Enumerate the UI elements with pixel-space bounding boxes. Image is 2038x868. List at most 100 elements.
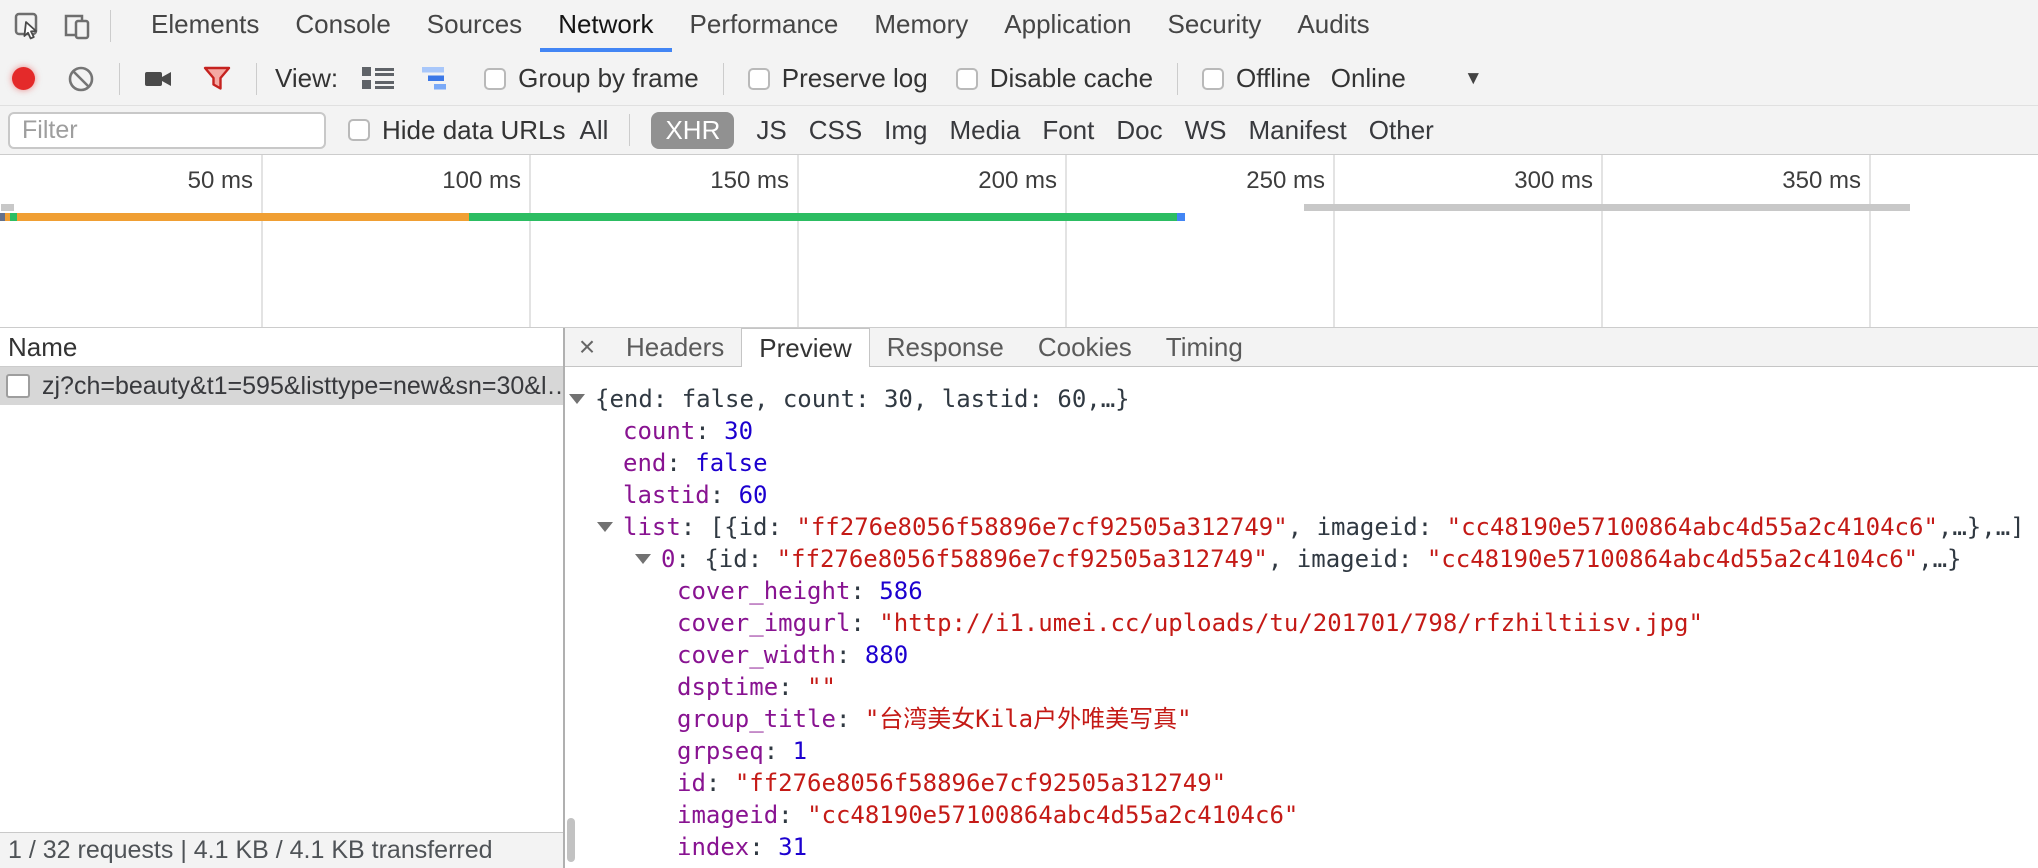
json-str: "http://i1.umei.cc/uploads/tu/201701/798… xyxy=(879,609,1703,637)
expander-triangle-icon[interactable] xyxy=(569,394,585,404)
tab-elements[interactable]: Elements xyxy=(133,0,277,52)
json-plain: : xyxy=(749,833,778,861)
filter-type-css[interactable]: CSS xyxy=(809,115,862,146)
json-str: "cc48190e57100864abc4d55a2c4104c6" xyxy=(807,801,1298,829)
screenshot-camera-icon[interactable] xyxy=(144,66,174,92)
timeline-tick-label: 350 ms xyxy=(1701,167,1861,197)
network-status-bar: 1 / 32 requests | 4.1 KB / 4.1 KB transf… xyxy=(0,832,563,868)
tab-memory[interactable]: Memory xyxy=(856,0,986,52)
chevron-down-icon[interactable]: ▼ xyxy=(1464,68,1483,90)
json-key: index xyxy=(677,833,749,861)
preview-row: imageid: "cc48190e57100864abc4d55a2c4104… xyxy=(565,799,2038,831)
preview-row: {end: false, count: 30, lastid: 60,…} xyxy=(565,383,2038,415)
request-row[interactable]: zj?ch=beauty&t1=595&listtype=new&sn=30&l… xyxy=(0,367,563,405)
expander-triangle-icon[interactable] xyxy=(635,554,651,564)
preview-row: grpseq: 1 xyxy=(565,735,2038,767)
preview-tree: {end: false, count: 30, lastid: 60,…}cou… xyxy=(565,367,2038,868)
large-rows-view-icon[interactable] xyxy=(362,67,394,91)
checkbox[interactable] xyxy=(484,68,506,90)
timeline-overview[interactable]: 50 ms100 ms150 ms200 ms250 ms300 ms350 m… xyxy=(0,155,2038,328)
divider xyxy=(119,63,120,95)
detail-tab-timing[interactable]: Timing xyxy=(1149,328,1260,366)
network-toolbar: View: Group by frame xyxy=(0,52,2038,106)
timeline-gridline xyxy=(261,155,263,327)
json-plain: : {id: xyxy=(675,545,776,573)
expander-triangle-icon[interactable] xyxy=(597,522,613,532)
json-str: "ff276e8056f58896e7cf92505a312749" xyxy=(777,545,1268,573)
checkbox[interactable] xyxy=(956,68,978,90)
json-str: "cc48190e57100864abc4d55a2c4104c6" xyxy=(1447,513,1938,541)
preview-row: 0: {id: "ff276e8056f58896e7cf92505a31274… xyxy=(565,543,2038,575)
filter-type-img[interactable]: Img xyxy=(884,115,927,146)
disable-cache-checkbox[interactable]: Disable cache xyxy=(956,63,1153,94)
timeline-tick-label: 100 ms xyxy=(361,167,521,197)
json-num: 60 xyxy=(739,481,768,509)
filter-input[interactable] xyxy=(8,112,326,149)
tab-application[interactable]: Application xyxy=(986,0,1149,52)
tab-network[interactable]: Network xyxy=(540,0,671,52)
filter-type-font[interactable]: Font xyxy=(1042,115,1094,146)
filter-type-all[interactable]: All xyxy=(580,115,609,146)
json-plain: , imageid: xyxy=(1288,513,1447,541)
detail-tab-headers[interactable]: Headers xyxy=(609,328,741,366)
waterfall-bar xyxy=(17,213,469,221)
json-plain: : xyxy=(666,449,695,477)
close-icon[interactable]: × xyxy=(565,328,609,366)
detail-tab-preview[interactable]: Preview xyxy=(741,328,869,367)
filter-type-xhr[interactable]: XHR xyxy=(651,112,734,149)
filter-type-manifest[interactable]: Manifest xyxy=(1249,115,1347,146)
hide-data-urls-checkbox[interactable]: Hide data URLs xyxy=(348,115,566,146)
json-plain: : xyxy=(706,769,735,797)
filter-type-js[interactable]: JS xyxy=(756,115,786,146)
clear-icon[interactable] xyxy=(67,65,95,93)
preview-row: cover_width: 880 xyxy=(565,639,2038,671)
json-str: "" xyxy=(807,673,836,701)
filter-type-other[interactable]: Other xyxy=(1369,115,1434,146)
preserve-log-label: Preserve log xyxy=(782,63,928,94)
tab-performance[interactable]: Performance xyxy=(672,0,857,52)
tab-sources[interactable]: Sources xyxy=(409,0,540,52)
tab-security[interactable]: Security xyxy=(1150,0,1280,52)
checkbox[interactable] xyxy=(748,68,770,90)
filter-funnel-icon[interactable] xyxy=(202,65,232,92)
timeline-gridline xyxy=(529,155,531,327)
json-plain: : xyxy=(850,577,879,605)
waterfall-bar xyxy=(469,213,1177,221)
json-key: end xyxy=(623,449,666,477)
filter-type-media[interactable]: Media xyxy=(950,115,1021,146)
checkbox[interactable] xyxy=(348,119,370,141)
timeline-gridline xyxy=(1333,155,1335,327)
group-by-frame-checkbox[interactable]: Group by frame xyxy=(484,63,699,94)
inspect-element-icon[interactable] xyxy=(6,4,50,48)
offline-checkbox[interactable]: Offline xyxy=(1202,63,1311,94)
filter-type-ws[interactable]: WS xyxy=(1185,115,1227,146)
request-checkbox[interactable] xyxy=(6,374,30,398)
json-plain: : xyxy=(764,737,793,765)
detail-tab-cookies[interactable]: Cookies xyxy=(1021,328,1149,366)
timeline-gridline xyxy=(1869,155,1871,327)
json-plain: : xyxy=(778,801,807,829)
filter-bar: Hide data URLs All XHR JS CSS Img Media Font D… xyxy=(0,106,2038,155)
device-toolbar-icon[interactable] xyxy=(56,4,100,48)
scrollbar-thumb[interactable] xyxy=(567,818,575,862)
json-plain: ,…} xyxy=(1918,545,1961,573)
tab-console[interactable]: Console xyxy=(277,0,408,52)
json-key: lastid xyxy=(623,481,710,509)
name-column-header[interactable]: Name xyxy=(0,328,563,367)
preserve-log-checkbox[interactable]: Preserve log xyxy=(748,63,928,94)
checkbox[interactable] xyxy=(1202,68,1224,90)
timeline-gridline xyxy=(1065,155,1067,327)
waterfall-bar xyxy=(1304,204,1910,211)
request-detail-panel: × HeadersPreviewResponseCookiesTiming {e… xyxy=(565,328,2038,868)
tab-audits[interactable]: Audits xyxy=(1279,0,1387,52)
request-name: zj?ch=beauty&t1=595&listtype=new&sn=30&l… xyxy=(42,372,563,401)
preview-row: lastid: 60 xyxy=(565,479,2038,511)
json-num: 31 xyxy=(778,833,807,861)
record-button[interactable] xyxy=(12,67,35,90)
filter-type-doc[interactable]: Doc xyxy=(1116,115,1162,146)
waterfall-overview-icon[interactable] xyxy=(422,66,456,92)
throttling-select[interactable]: Online xyxy=(1331,63,1406,94)
json-plain: : xyxy=(778,673,807,701)
detail-tab-response[interactable]: Response xyxy=(870,328,1021,366)
timeline-tick-label: 200 ms xyxy=(897,167,1057,197)
